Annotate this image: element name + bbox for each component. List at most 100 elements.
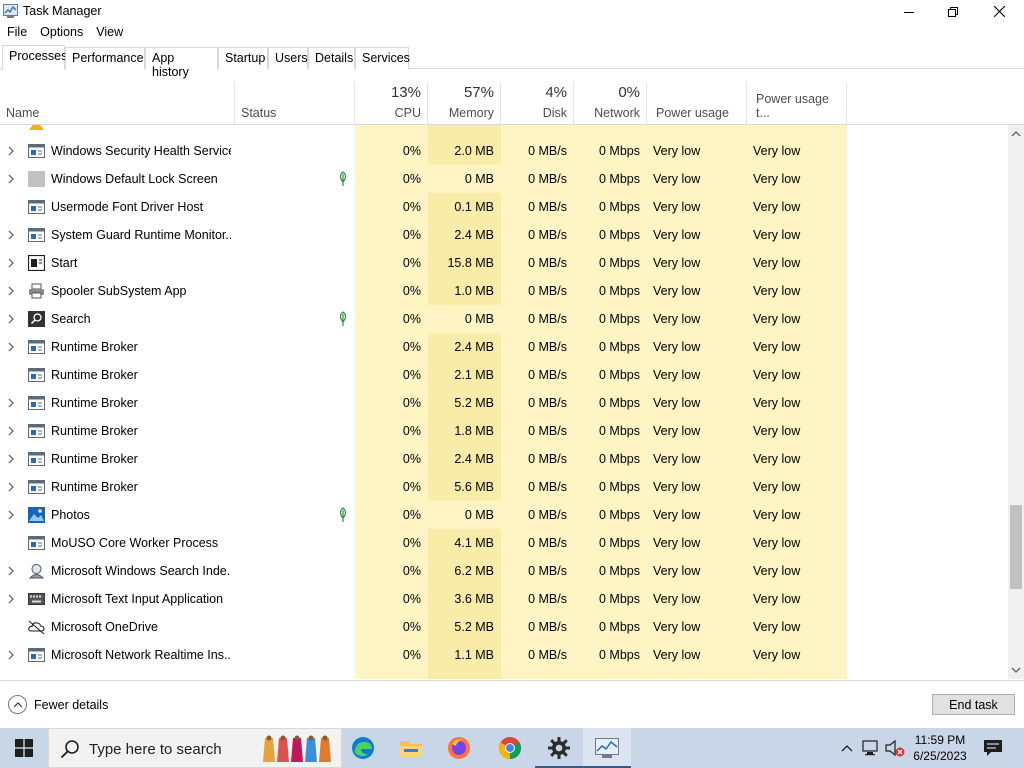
menu-options[interactable]: Options xyxy=(33,23,89,43)
process-row[interactable]: Windows Security Health Service 0% 2.0 MB 0… xyxy=(0,137,1008,165)
process-row[interactable]: Microsoft OneDrive 0% 5.2 MB 0 MB/s 0 Mbps Ve… xyxy=(0,613,1008,641)
column-disk[interactable]: 4% Disk xyxy=(501,82,574,125)
process-row[interactable]: Runtime Broker 0% 5.6 MB 0 MB/s 0 Mbps Very l… xyxy=(0,473,1008,501)
chevron-right-icon[interactable] xyxy=(6,313,16,325)
process-row[interactable]: Runtime Broker 0% 2.1 MB 0 MB/s 0 Mbps Very l… xyxy=(0,361,1008,389)
volume-tray-button[interactable] xyxy=(884,728,906,768)
power-usage-trend-cell: Very low xyxy=(753,340,801,354)
process-list: Windows Security Health Service 0% 2.0 MB 0… xyxy=(0,125,1008,679)
process-row[interactable]: Runtime Broker 0% 1.8 MB 0 MB/s 0 Mbps Very l… xyxy=(0,417,1008,445)
column-memory[interactable]: 57% Memory xyxy=(428,82,501,125)
process-row[interactable]: Runtime Broker 0% 5.2 MB 0 MB/s 0 Mbps Very l… xyxy=(0,389,1008,417)
process-row[interactable]: MoUSO Core Worker Process 0% 4.1 MB 0 MB/s 0… xyxy=(0,529,1008,557)
edge-icon xyxy=(352,737,374,759)
process-row[interactable]: Spooler SubSystem App 0% 1.0 MB 0 MB/s 0 Mbp… xyxy=(0,277,1008,305)
close-button[interactable] xyxy=(976,0,1022,23)
tab-services[interactable]: Services xyxy=(355,47,410,69)
restore-button[interactable] xyxy=(930,0,976,23)
scrollbar-thumb[interactable] xyxy=(1010,505,1022,589)
process-row[interactable]: Microsoft Text Input Application 0% 3.6 MB… xyxy=(0,585,1008,613)
cpu-cell: 0% xyxy=(402,564,421,578)
scroll-up-arrow-icon[interactable] xyxy=(1011,130,1021,138)
power-usage-trend-cell: Very low xyxy=(753,480,801,494)
chevron-right-icon[interactable] xyxy=(6,341,16,353)
cpu-cell: 0% xyxy=(402,648,421,662)
tab-processes[interactable]: Processes xyxy=(2,45,67,70)
column-cpu[interactable]: 13% CPU xyxy=(355,82,428,125)
action-center-button[interactable] xyxy=(978,728,1008,768)
printer-icon xyxy=(28,283,45,299)
search-app-icon xyxy=(28,311,45,327)
chevron-right-icon[interactable] xyxy=(6,593,16,605)
tab-startup[interactable]: Startup xyxy=(218,47,268,69)
tab-users[interactable]: Users xyxy=(268,47,308,69)
process-row[interactable]: Photos 0% 0 MB 0 MB/s 0 Mbps Very low Very low xyxy=(0,501,1008,529)
taskbar-file-explorer[interactable] xyxy=(387,728,435,768)
tab-details[interactable]: Details xyxy=(308,47,355,69)
chevron-right-icon[interactable] xyxy=(6,173,16,185)
tab-performance[interactable]: Performance xyxy=(65,47,145,69)
start-window-icon xyxy=(27,254,46,272)
chevron-right-icon[interactable] xyxy=(6,397,16,409)
chevron-right-icon[interactable] xyxy=(6,565,16,577)
power-usage-cell: Very low xyxy=(653,200,701,214)
process-row[interactable]: Runtime Broker 0% 2.4 MB 0 MB/s 0 Mbps Very l… xyxy=(0,445,1008,473)
menu-file[interactable]: File xyxy=(0,23,33,43)
power-usage-trend-cell: Very low xyxy=(753,564,801,578)
taskbar-settings[interactable] xyxy=(535,728,583,768)
memory-cell: 5.6 MB xyxy=(454,480,494,494)
process-name: Photos xyxy=(51,508,90,522)
service-window-icon xyxy=(28,367,45,383)
chevron-right-icon[interactable] xyxy=(6,285,16,297)
process-row[interactable]: System Guard Runtime Monitor... 0% 2.4 MB 0… xyxy=(0,221,1008,249)
tab-app-history[interactable]: App history xyxy=(145,47,218,79)
show-hidden-icons-button[interactable] xyxy=(837,728,857,768)
chevron-right-icon[interactable] xyxy=(6,453,16,465)
service-window-icon xyxy=(28,227,45,243)
chevron-right-icon[interactable] xyxy=(6,425,16,437)
process-row[interactable]: Search 0% 0 MB 0 MB/s 0 Mbps Very low Very low xyxy=(0,305,1008,333)
process-row[interactable]: Windows Default Lock Screen 0% 0 MB 0 MB/s 0… xyxy=(0,165,1008,193)
chevron-up-icon xyxy=(8,695,27,714)
power-usage-cell: Very low xyxy=(653,620,701,634)
partial-row-icon xyxy=(28,125,45,130)
column-name[interactable]: Name xyxy=(0,82,235,125)
memory-cell: 0.1 MB xyxy=(454,200,494,214)
column-power-usage-trend[interactable]: Power usage t... xyxy=(747,82,847,125)
column-status[interactable]: Status xyxy=(235,82,355,125)
minimize-button[interactable] xyxy=(886,0,932,23)
chevron-right-icon[interactable] xyxy=(6,257,16,269)
chevron-right-icon[interactable] xyxy=(6,145,16,157)
taskbar-chrome[interactable] xyxy=(486,728,534,768)
menu-view[interactable]: View xyxy=(89,23,129,43)
process-row[interactable]: Usermode Font Driver Host 0% 0.1 MB 0 MB/s 0… xyxy=(0,193,1008,221)
process-row[interactable]: Runtime Broker 0% 2.4 MB 0 MB/s 0 Mbps Very l… xyxy=(0,333,1008,361)
power-usage-trend-cell: Very low xyxy=(753,396,801,410)
fewer-details-button[interactable]: Fewer details xyxy=(8,695,108,714)
start-button[interactable] xyxy=(0,728,48,768)
clock[interactable]: 11:59 PM 6/25/2023 xyxy=(904,732,976,764)
taskbar-firefox[interactable] xyxy=(435,728,483,768)
taskbar-search-box[interactable]: Type here to search xyxy=(48,728,342,768)
column-network[interactable]: 0% Network xyxy=(574,82,647,125)
taskbar-edge[interactable] xyxy=(339,728,387,768)
process-row[interactable]: Microsoft Windows Search Inde... 0% 6.2 MB… xyxy=(0,557,1008,585)
network-cell: 0 Mbps xyxy=(599,172,640,186)
process-row[interactable]: Microsoft Network Realtime Ins... 0% 1.1 M… xyxy=(0,641,1008,669)
chevron-right-icon[interactable] xyxy=(6,481,16,493)
chevron-right-icon[interactable] xyxy=(6,649,16,661)
power-usage-cell: Very low xyxy=(653,172,701,186)
scroll-down-arrow-icon[interactable] xyxy=(1011,666,1021,674)
process-name: Microsoft Network Realtime Ins... xyxy=(51,648,231,662)
end-task-button[interactable]: End task xyxy=(932,694,1015,715)
disk-cell: 0 MB/s xyxy=(528,200,567,214)
memory-cell: 0 MB xyxy=(464,312,494,326)
vertical-scrollbar[interactable] xyxy=(1008,125,1024,679)
network-tray-button[interactable] xyxy=(860,728,882,768)
chevron-right-icon[interactable] xyxy=(6,229,16,241)
column-power-usage[interactable]: Power usage xyxy=(647,82,747,125)
chevron-right-icon[interactable] xyxy=(6,509,16,521)
process-row[interactable]: Start 0% 15.8 MB 0 MB/s 0 Mbps Very low Very l… xyxy=(0,249,1008,277)
taskbar-task-manager[interactable] xyxy=(583,728,631,768)
network-cell: 0 Mbps xyxy=(599,368,640,382)
